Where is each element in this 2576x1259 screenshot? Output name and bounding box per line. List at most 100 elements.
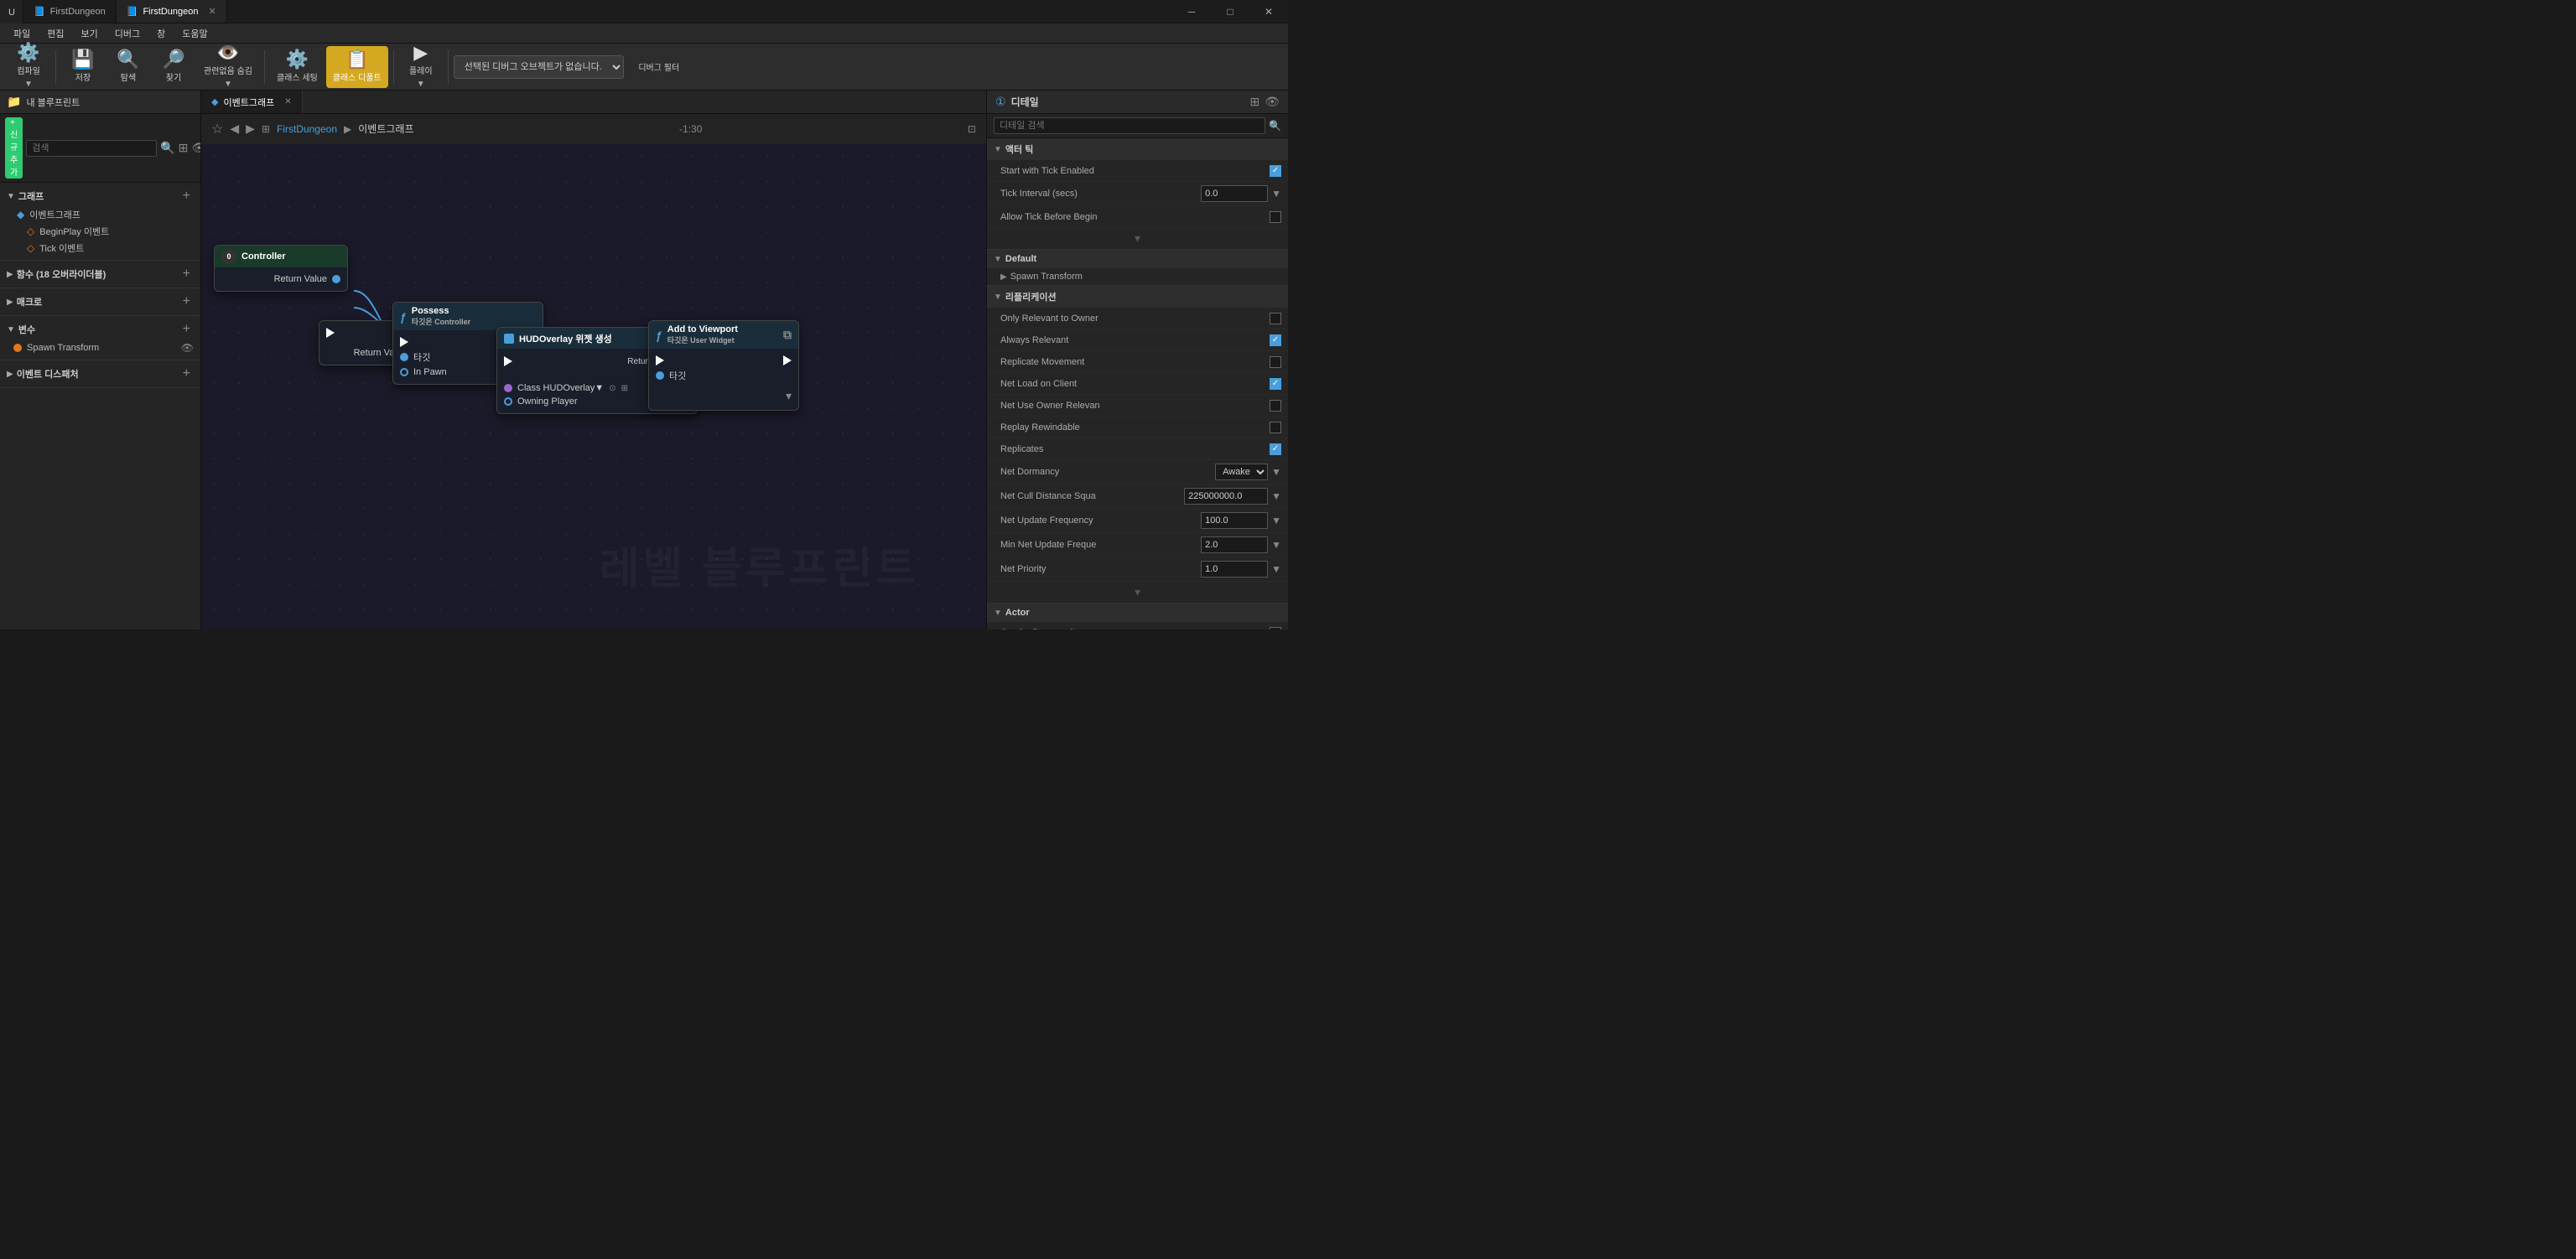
start-tick-checkbox[interactable] [1270, 165, 1281, 177]
play-arrow[interactable]: ▼ [414, 78, 428, 91]
close-button[interactable]: ✕ [1249, 0, 1288, 23]
add-viewport-copy-icon[interactable]: ⧉ [783, 328, 792, 342]
viewport-exec-out[interactable] [783, 355, 792, 365]
possess-exec-in[interactable] [400, 337, 408, 347]
dispatchers-section-header[interactable]: ▶ 이벤트 디스패처 + [0, 364, 200, 384]
net-dormancy-select[interactable]: Awake [1215, 464, 1268, 480]
possess-target-circle[interactable] [400, 353, 408, 361]
always-relevant-checkbox[interactable] [1270, 334, 1281, 346]
can-be-damaged-checkbox[interactable] [1270, 627, 1281, 630]
collapse-icon[interactable]: ⊡ [968, 123, 976, 135]
tick-interval-arrow[interactable]: ▼ [1271, 188, 1281, 199]
event-graph-item[interactable]: ◆ 이벤트그래프 [0, 206, 200, 223]
net-cull-arrow[interactable]: ▼ [1271, 490, 1281, 502]
net-priority-input[interactable] [1201, 561, 1268, 578]
hud-class-link-icon[interactable]: ⊞ [621, 384, 628, 393]
min-net-update-arrow[interactable]: ▼ [1271, 539, 1281, 551]
tab-first-dungeon-1[interactable]: 📘 FirstDungeon [23, 0, 117, 23]
spawn-transform-eye[interactable]: 👁 [181, 342, 194, 354]
replay-rewindable-checkbox[interactable] [1270, 422, 1281, 433]
macros-add[interactable]: + [179, 294, 194, 309]
canvas[interactable]: 0 Controller Return Value R [201, 144, 986, 630]
variables-add[interactable]: + [179, 322, 194, 337]
macros-section-header[interactable]: ▶ 매크로 + [0, 292, 200, 312]
viewport-exec-in[interactable] [656, 355, 664, 365]
only-relevant-checkbox[interactable] [1270, 313, 1281, 324]
hide-arrow[interactable]: ▼ [221, 78, 235, 91]
details-scroll[interactable]: ▼ 액터 틱 Start with Tick Enabled Tick Inte… [987, 138, 1288, 630]
compile-arrow[interactable]: ▼ [22, 78, 35, 91]
menu-debug[interactable]: 디버그 [108, 25, 147, 42]
graphs-add[interactable]: + [179, 189, 194, 204]
debug-filter-button[interactable]: 디버그 필터 [626, 46, 693, 88]
default-section-header[interactable]: ▼ Default [987, 250, 1288, 268]
net-use-owner-checkbox[interactable] [1270, 400, 1281, 412]
replication-scroll-down[interactable]: ▾ [987, 582, 1288, 603]
hud-player-circle[interactable] [504, 397, 512, 406]
allow-tick-checkbox[interactable] [1270, 211, 1281, 223]
browse-button[interactable]: 🔍 탐색 [106, 46, 150, 88]
hud-exec-in[interactable] [504, 356, 512, 366]
functions-add[interactable]: + [179, 267, 194, 282]
breadcrumb-project[interactable]: FirstDungeon [277, 123, 337, 135]
menu-file[interactable]: 파일 [7, 25, 37, 42]
possess-pawn-circle[interactable] [400, 368, 408, 376]
play-button[interactable]: ▶ 플레이 ▼ [399, 46, 443, 88]
detail-eye-icon[interactable]: 👁 [1265, 95, 1280, 109]
min-net-update-input[interactable] [1201, 536, 1268, 553]
nav-back-icon[interactable]: ◀ [230, 122, 239, 136]
tick-interval-input[interactable] [1201, 185, 1268, 202]
actor-tick-header[interactable]: ▼ 액터 틱 [987, 138, 1288, 160]
find-button[interactable]: 🔎 찾기 [152, 46, 195, 88]
hide-unrelated-button[interactable]: 👁️ 관련없음 숨김 ▼ [197, 46, 259, 88]
save-button[interactable]: 💾 저장 [61, 46, 105, 88]
tab-close-icon[interactable]: ✕ [209, 6, 216, 17]
net-cull-input[interactable] [1184, 488, 1268, 505]
event-graph-tab-close[interactable]: ✕ [284, 97, 291, 106]
graphs-section-header[interactable]: ▼ 그래프 + [0, 186, 200, 206]
variables-section-header[interactable]: ▼ 변수 + [0, 319, 200, 339]
hud-class-circle[interactable] [504, 384, 512, 392]
details-search-icon[interactable]: 🔍 [1269, 120, 1281, 132]
new-button[interactable]: + 신규 추가 [5, 117, 23, 179]
nav-forward-icon[interactable]: ▶ [246, 122, 255, 136]
event-graph-tab[interactable]: ◆ 이벤트그래프 ✕ [201, 91, 303, 113]
menu-edit[interactable]: 편집 [40, 25, 70, 42]
net-dormancy-arrow[interactable]: ▼ [1271, 466, 1281, 478]
return-value-pin[interactable] [332, 275, 340, 283]
begin-play-item[interactable]: ◇ BeginPlay 이벤트 [0, 223, 200, 240]
menu-help[interactable]: 도움말 [175, 25, 214, 42]
search-icon[interactable]: 🔍 [160, 141, 174, 155]
tick-event-item[interactable]: ◇ Tick 이벤트 [0, 240, 200, 256]
viewport-target-circle[interactable] [656, 371, 664, 380]
functions-section-header[interactable]: ▶ 함수 (18 오버라이더블) + [0, 264, 200, 284]
dispatchers-add[interactable]: + [179, 366, 194, 381]
spawn-transform-expand[interactable]: ▶ Spawn Transform [987, 268, 1288, 285]
class-defaults-button[interactable]: 📋 클래스 디폴트 [326, 46, 388, 88]
maximize-button[interactable]: □ [1211, 0, 1249, 23]
hud-class-connect-icon[interactable]: ⊙ [609, 384, 615, 393]
spawn-transform-var[interactable]: Spawn Transform 👁 [0, 339, 200, 356]
actor-section-header[interactable]: ▼ Actor [987, 604, 1288, 622]
debug-object-select[interactable]: 선택된 디버그 오브젝트가 없습니다. [454, 55, 624, 79]
replication-header[interactable]: ▼ 리플리케이션 [987, 286, 1288, 308]
viewport-expand-icon[interactable]: ▾ [786, 389, 792, 403]
tab-first-dungeon-2[interactable]: 📘 FirstDungeon ✕ [117, 0, 227, 23]
section-scroll-down[interactable]: ▾ [987, 228, 1288, 249]
controller-node[interactable]: 0 Controller Return Value [214, 245, 348, 292]
net-update-freq-arrow[interactable]: ▼ [1271, 515, 1281, 526]
details-search-input[interactable] [994, 117, 1265, 134]
net-update-freq-input[interactable] [1201, 512, 1268, 529]
net-priority-arrow[interactable]: ▼ [1271, 563, 1281, 575]
replicate-movement-checkbox[interactable] [1270, 356, 1281, 368]
net-load-client-checkbox[interactable] [1270, 378, 1281, 390]
left-search-input[interactable] [26, 140, 157, 157]
minimize-button[interactable]: ─ [1172, 0, 1211, 23]
bookmark-icon[interactable]: ☆ [211, 121, 223, 137]
menu-view[interactable]: 보기 [75, 25, 105, 42]
view-options-icon[interactable]: ⊞ [179, 141, 189, 155]
add-viewport-node[interactable]: ƒ Add to Viewport 타깃은 User Widget ⧉ 타깃 [648, 320, 799, 411]
replicates-checkbox[interactable] [1270, 443, 1281, 455]
eye-toggle-icon[interactable]: 👁 [191, 141, 201, 155]
exec-in-triangle[interactable] [326, 328, 335, 338]
